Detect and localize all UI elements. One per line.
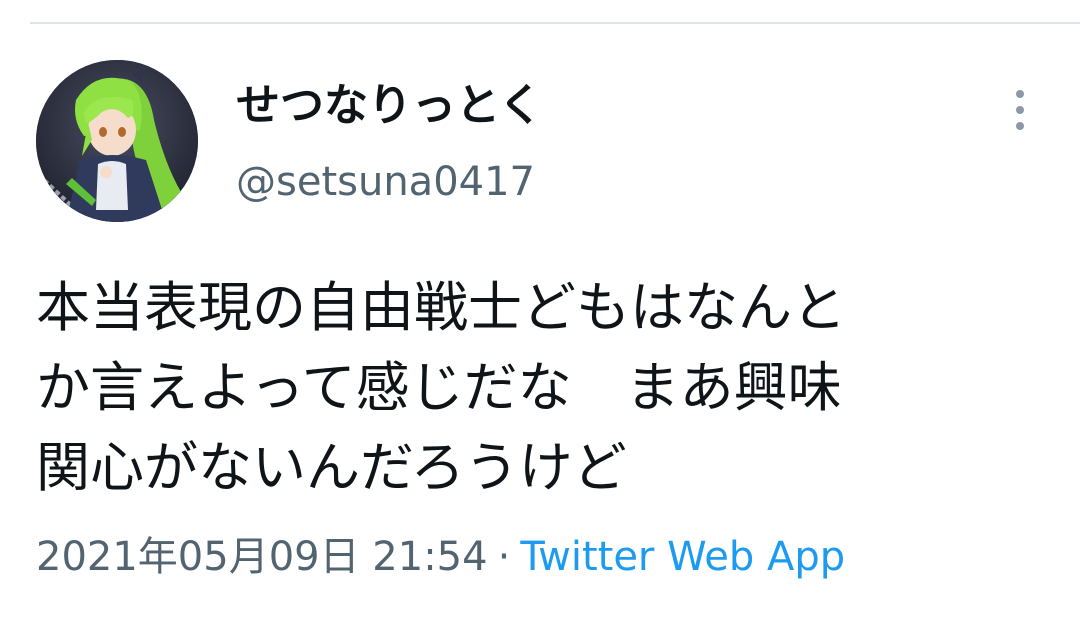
avatar-illustration — [36, 60, 198, 222]
tweet-text-line: 関心がないんだろうけど — [36, 436, 627, 499]
source-link[interactable]: Twitter Web App — [520, 534, 845, 580]
more-vertical-icon-dot — [1016, 106, 1024, 114]
more-vertical-icon-dot — [1016, 122, 1024, 130]
more-vertical-icon — [1016, 90, 1024, 98]
tweet: せつなりっとく @setsuna0417 本当表現の自由戦士どもはなんと か言え… — [0, 0, 1080, 618]
tweet-text-line: か言えよって感じだな まあ興味 — [36, 356, 842, 419]
display-name[interactable]: せつなりっとく — [236, 80, 543, 132]
tweet-text-line: 本当表現の自由戦士どもはなんと — [36, 276, 846, 339]
timestamp[interactable]: 2021年05月09日 21:54 — [36, 534, 488, 580]
avatar[interactable] — [36, 60, 198, 222]
user-handle[interactable]: @setsuna0417 — [236, 158, 535, 206]
tweet-meta: 2021年05月09日 21:54 · Twitter Web App — [36, 532, 845, 582]
meta-separator: · — [497, 534, 511, 580]
tweet-text: 本当表現の自由戦士どもはなんと か言えよって感じだな まあ興味 関心がないんだろ… — [36, 268, 1046, 508]
more-options-button[interactable] — [1000, 86, 1040, 134]
